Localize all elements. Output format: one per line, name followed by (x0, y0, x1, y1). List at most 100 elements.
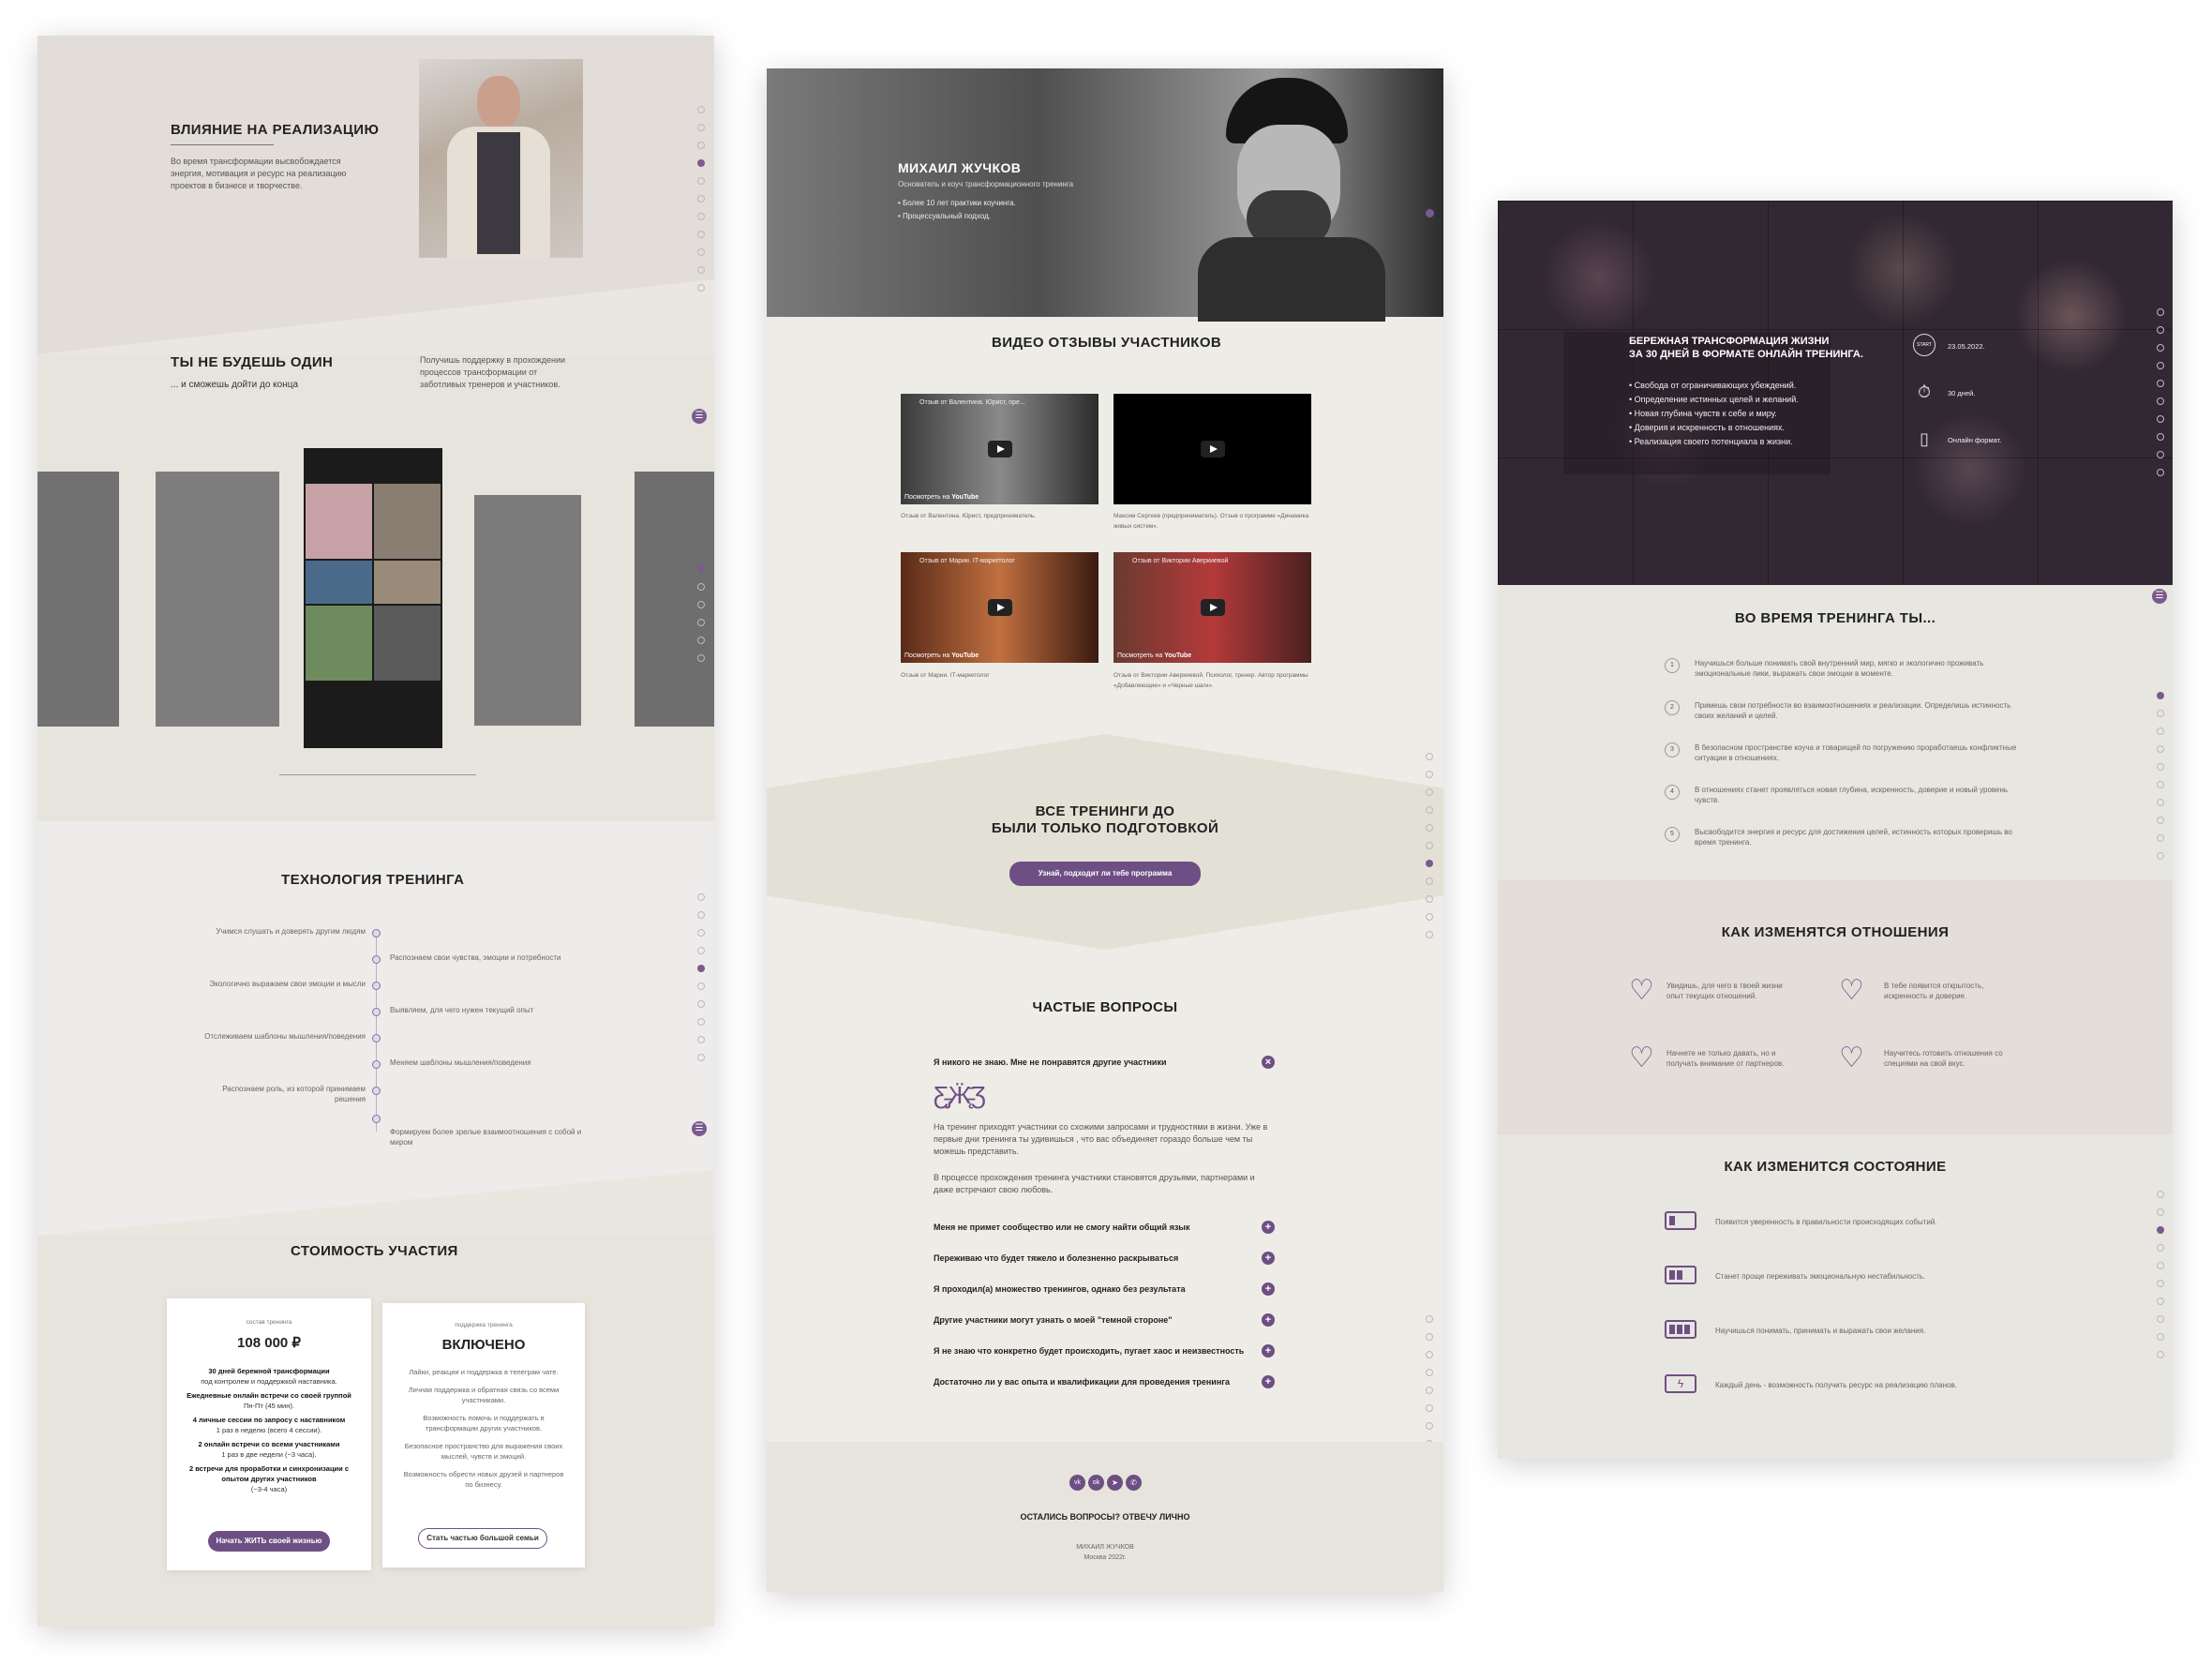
coach-portrait (1179, 78, 1395, 322)
hearts-icon: ♡ (1839, 975, 1864, 1006)
faq-item[interactable]: Достаточно ли у вас опыта и квалификации… (934, 1375, 1275, 1388)
faq-item-open[interactable]: Я никого не знаю. Мне не понравятся друг… (934, 1056, 1275, 1069)
tech-right-item: Меняем шаблоны мышления/поведения (390, 1058, 531, 1067)
plus-icon[interactable]: + (1262, 1282, 1275, 1296)
social-links: vk ok ➤ ✆ (1069, 1475, 1144, 1492)
youtube-link[interactable]: Посмотреть на YouTube (904, 494, 979, 501)
duration: 30 дней. (1948, 389, 1976, 398)
play-icon[interactable] (1200, 441, 1225, 458)
check-program-button[interactable]: Узнай, подходит ли тебе программа (1009, 862, 1201, 886)
landing-page-part-2: МИХАИЛ ЖУЧКОВ Основатель и коуч трансфор… (767, 68, 1443, 1592)
hero-title-line2: ЗА 30 ДНЕЙ В ФОРМАТЕ ОНЛАЙН ТРЕНИНГА. (1629, 349, 1863, 360)
telegram-icon[interactable]: ➤ (1107, 1475, 1123, 1491)
tech-left-item: Распознаем роль, из которой принимаем ре… (222, 1085, 366, 1103)
footer-place: Москва 2022г. (1084, 1554, 1127, 1561)
coach-bullet: • Более 10 лет практики коучинга. (898, 199, 1016, 207)
battery-full-icon (1665, 1320, 1696, 1339)
vk-icon[interactable]: vk (1069, 1475, 1085, 1491)
section-nav-dots-6[interactable] (2157, 308, 2166, 487)
tech-left-item: Экологично выражаем свои эмоции и мысли (209, 980, 366, 988)
menu-button[interactable]: ☰ (2152, 589, 2167, 604)
included-items: Лайки, реакции и поддержка в телеграм ча… (403, 1368, 564, 1489)
play-icon[interactable] (987, 599, 1012, 616)
video-review[interactable]: Отзыв от Марии. IT-маркетолог Посмотреть… (901, 552, 1099, 663)
play-icon[interactable] (1200, 599, 1225, 616)
video-caption: Отзыв от Валентина. Юрист, предпринимате… (901, 513, 1037, 519)
battery-low-icon (1665, 1211, 1696, 1230)
faq-answer: На тренинг приходят участники со схожими… (934, 1122, 1268, 1156)
plus-icon[interactable]: + (1262, 1252, 1275, 1265)
nav-dot-active[interactable] (1426, 209, 1434, 218)
menu-button[interactable]: ☰ (692, 1121, 707, 1136)
video-review[interactable]: Отзыв от Валентина. Юрист, пре... Посмот… (901, 394, 1099, 504)
number-badge: 3 (1665, 742, 1680, 758)
included-title: ВКЛЮЧЕНО (441, 1337, 526, 1353)
clock-icon: ⏱ (1917, 382, 1932, 401)
video-review[interactable] (1113, 394, 1311, 504)
video-caption: Максим Сергеев (предприниматель). Отзыв … (1113, 513, 1309, 530)
section-nav-dots-7[interactable] (2157, 692, 2166, 870)
card-items: 30 дней бережной трансформации под контр… (187, 1367, 351, 1493)
footer-name: МИХАИЛ ЖУЧКОВ (1076, 1544, 1134, 1551)
start-icon: START (1913, 334, 1936, 356)
number-badge: 4 (1665, 785, 1680, 800)
plus-icon[interactable]: + (1262, 1221, 1275, 1234)
section-nav-dots-3[interactable] (697, 893, 707, 1072)
ok-icon[interactable]: ok (1088, 1475, 1104, 1491)
whatsapp-icon[interactable]: ✆ (1126, 1475, 1142, 1491)
tech-right-item: Распознаем свои чувства, эмоции и потреб… (390, 953, 561, 962)
plus-icon[interactable]: + (1262, 1375, 1275, 1388)
timeline-nodes (372, 929, 381, 1135)
tech-left-item: Отслеживаем шаблоны мышления/поведения (204, 1032, 366, 1041)
cta-title-line1: ВСЕ ТРЕНИНГИ ДО (1035, 803, 1175, 819)
number-badge: 2 (1665, 700, 1680, 715)
coach-bullet: • Процессуальный подход. (898, 212, 992, 220)
number-badge: 1 (1665, 658, 1680, 673)
hero-section: БЕРЕЖНАЯ ТРАНСФОРМАЦИЯ ЖИЗНИ ЗА 30 ДНЕЙ … (1498, 201, 2173, 585)
relations-title: КАК ИЗМЕНЯТСЯ ОТНОШЕНИЯ (1721, 924, 1950, 940)
section-nav-dots-4[interactable] (1426, 753, 1435, 949)
phone-icon: ▯ (1920, 429, 1929, 448)
landing-page-part-3: БЕРЕЖНАЯ ТРАНСФОРМАЦИЯ ЖИЗНИ ЗА 30 ДНЕЙ … (1498, 201, 2173, 1459)
pricing-title: СТОИМОСТЬ УЧАСТИЯ (291, 1243, 458, 1259)
youtube-link[interactable]: Посмотреть на YouTube (904, 652, 979, 659)
start-date: 23.05.2022. (1948, 342, 1985, 351)
hero-title-line1: БЕРЕЖНАЯ ТРАНСФОРМАЦИЯ ЖИЗНИ (1629, 336, 1830, 347)
card-caption: состав тренинга (246, 1319, 292, 1326)
faq-item[interactable]: Я проходил(а) множество тренингов, однак… (934, 1282, 1275, 1296)
section-divider (37, 1170, 714, 1236)
cta-section (767, 734, 1443, 950)
faq-item[interactable]: Переживаю что будет тяжело и болезненно … (934, 1252, 1275, 1265)
format: Онлайн формат. (1948, 436, 2002, 444)
start-living-button[interactable]: Начать ЖИТЬ своей жизнью (208, 1531, 330, 1552)
during-title: ВО ВРЕМЯ ТРЕНИНГА ТЫ... (1734, 610, 1936, 626)
pricing-card: состав тренинга 108 000 ₽ 30 дней бережн… (167, 1298, 371, 1570)
heart-hand-icon: ♡ (1629, 1042, 1654, 1073)
faq-item[interactable]: Меня не примет сообщество или не смогу н… (934, 1221, 1275, 1234)
battery-mid-icon (1665, 1266, 1696, 1284)
close-icon[interactable]: × (1262, 1056, 1275, 1069)
section-nav-dots-8[interactable] (2157, 1191, 2166, 1369)
faq-item[interactable]: Я не знаю что конкретно будет происходит… (934, 1344, 1275, 1358)
included-card: поддержка тренинга ВКЛЮЧЕНО Лайки, реакц… (382, 1303, 585, 1568)
video-caption: Отзыв от Марии. IT-маркетолог (901, 672, 990, 679)
butterfly-icon: Ƹ̵̡Ӝ̵̨̄Ʒ (934, 1081, 986, 1109)
price: 108 000 ₽ (237, 1335, 301, 1351)
hearts-sparkle-icon: ♡ (1839, 1042, 1864, 1073)
card-caption: поддержка тренинга (455, 1322, 513, 1328)
join-family-button[interactable]: Стать частью большой семьи (418, 1528, 547, 1549)
video-review[interactable]: Отзыв от Виктории Аверкиевой Посмотреть … (1113, 552, 1311, 663)
coach-role: Основатель и коуч трансформационного тре… (898, 180, 1074, 188)
play-icon[interactable] (987, 441, 1012, 458)
plus-icon[interactable]: + (1262, 1344, 1275, 1358)
videos-title: ВИДЕО ОТЗЫВЫ УЧАСТНИКОВ (992, 335, 1222, 351)
section-relations (1498, 879, 2173, 1134)
youtube-link[interactable]: Посмотреть на YouTube (1117, 652, 1191, 659)
plus-icon[interactable]: + (1262, 1313, 1275, 1327)
video-caption: Отзыв от Виктории Аверкиевой. Психолог, … (1113, 672, 1308, 689)
faq-item[interactable]: Другие участники могут узнать о моей "те… (934, 1313, 1275, 1327)
faq-title: ЧАСТЫЕ ВОПРОСЫ (1032, 999, 1178, 1015)
hero-bullets: • Свобода от ограничивающих убеждений. •… (1629, 381, 1799, 446)
coach-name: МИХАИЛ ЖУЧКОВ (898, 160, 1022, 175)
cta-title-line2: БЫЛИ ТОЛЬКО ПОДГОТОВКОЙ (991, 820, 1219, 836)
